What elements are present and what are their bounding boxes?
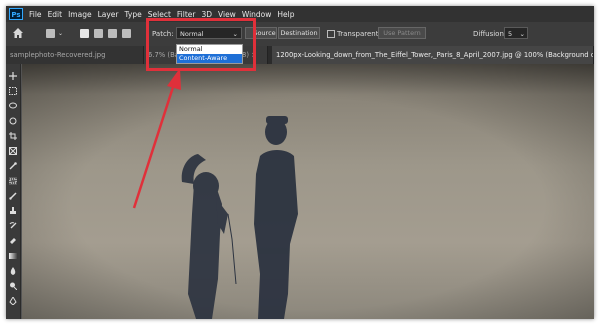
new-selection-icon[interactable] <box>80 29 89 38</box>
brush-icon[interactable] <box>9 192 17 200</box>
eraser-icon[interactable] <box>9 237 17 245</box>
eyedropper-icon[interactable] <box>9 162 17 170</box>
menu-image[interactable]: Image <box>68 10 92 19</box>
chevron-down-icon[interactable]: ⌄ <box>58 30 63 37</box>
document-tabs: samplephoto-Recovered.jpg 6.7% (Ba 8) × … <box>6 46 594 64</box>
tab-label: 1200px-Looking_down_from_The_Eiffel_Towe… <box>276 51 594 59</box>
crop-icon[interactable] <box>9 132 17 140</box>
diffusion-value: 5 <box>508 30 513 38</box>
transparent-label: Transparent <box>337 30 379 38</box>
patch-icon[interactable] <box>9 177 17 185</box>
move-icon[interactable] <box>9 72 17 80</box>
home-icon[interactable] <box>12 27 24 39</box>
frame-icon[interactable] <box>9 147 17 155</box>
diffusion-label: Diffusion: <box>473 30 507 38</box>
add-to-selection-icon[interactable] <box>94 29 103 38</box>
tools-panel <box>6 64 21 319</box>
intersect-selection-icon[interactable] <box>122 29 131 38</box>
tab-samplephoto[interactable]: samplephoto-Recovered.jpg <box>6 46 144 64</box>
photoshop-window: Ps File Edit Image Layer Type Select Fil… <box>6 6 594 319</box>
tab-eiffel-tower[interactable]: 1200px-Looking_down_from_The_Eiffel_Towe… <box>272 46 594 64</box>
marquee-icon[interactable] <box>9 87 17 95</box>
menu-edit[interactable]: Edit <box>48 10 63 19</box>
blur-icon[interactable] <box>9 267 17 275</box>
destination-button[interactable]: Destination <box>278 27 320 39</box>
patch-tool-preset-icon[interactable] <box>46 29 55 38</box>
menu-layer[interactable]: Layer <box>98 10 119 19</box>
use-pattern-button[interactable]: Use Pattern <box>378 27 426 39</box>
menu-help[interactable]: Help <box>277 10 294 19</box>
red-arrow-annotation <box>132 68 181 209</box>
stamp-icon[interactable] <box>9 207 17 215</box>
highlight-box-annotation <box>146 18 256 71</box>
document-canvas[interactable] <box>22 64 594 319</box>
menu-type[interactable]: Type <box>125 10 142 19</box>
lasso-icon[interactable] <box>9 102 17 110</box>
gradient-icon[interactable] <box>9 252 17 260</box>
photoshop-logo-icon: Ps <box>9 8 23 20</box>
dodge-icon[interactable] <box>9 282 17 290</box>
subtract-selection-icon[interactable] <box>108 29 117 38</box>
options-bar: ⌄ Patch: Normal ⌄ Source Destination Tra… <box>6 22 594 47</box>
history-brush-icon[interactable] <box>9 222 17 230</box>
menu-bar: Ps File Edit Image Layer Type Select Fil… <box>6 6 594 22</box>
chevron-down-icon: ⌄ <box>519 30 525 38</box>
transparent-checkbox[interactable] <box>327 30 335 38</box>
pen-icon[interactable] <box>9 297 17 305</box>
menu-file[interactable]: File <box>29 10 42 19</box>
diffusion-select[interactable]: 5 ⌄ <box>504 27 528 39</box>
tab-label: samplephoto-Recovered.jpg <box>10 51 106 59</box>
quick-select-icon[interactable] <box>9 117 17 125</box>
